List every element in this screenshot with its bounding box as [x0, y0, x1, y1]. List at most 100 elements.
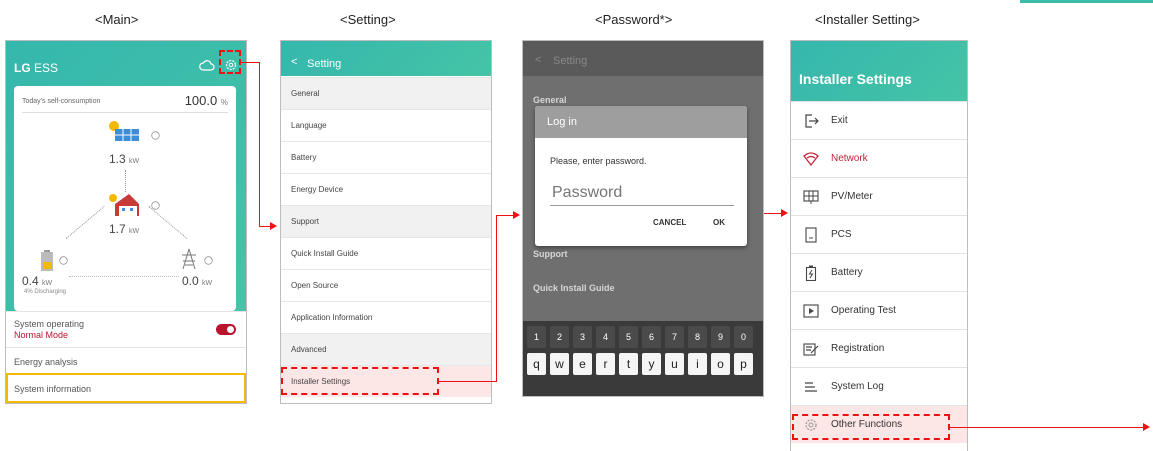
- key-8[interactable]: 8: [688, 326, 707, 348]
- grid-panel-icon: [803, 190, 819, 204]
- menu-energy-device[interactable]: Energy Device: [281, 173, 491, 205]
- login-dialog: Log in Please, enter password. CANCEL OK: [535, 106, 747, 246]
- cloud-icon[interactable]: [199, 59, 215, 71]
- system-information-row[interactable]: System information: [6, 373, 246, 403]
- system-operating-label: System operating: [14, 319, 85, 329]
- flow-line: [65, 206, 105, 239]
- menu-advanced[interactable]: Advanced: [281, 333, 491, 365]
- caption-password: <Password*>: [595, 12, 673, 27]
- menu-language[interactable]: Language: [281, 109, 491, 141]
- arrow-head: [1143, 423, 1150, 431]
- highlight-other-functions: [792, 414, 950, 440]
- menu-pv-meter[interactable]: PV/Meter: [791, 177, 967, 215]
- main-header: LG ESS Today's self-consumption 100.0 % …: [6, 41, 246, 311]
- arrow-line: [439, 381, 497, 382]
- arrow-head: [781, 209, 788, 217]
- dim-support: Support: [533, 249, 568, 259]
- ok-button[interactable]: OK: [713, 218, 725, 227]
- arrow-line: [259, 62, 260, 227]
- battery-status: 4% Discharging: [24, 289, 67, 295]
- caption-installer: <Installer Setting>: [815, 12, 920, 27]
- key-t[interactable]: t: [619, 353, 638, 375]
- key-7[interactable]: 7: [665, 326, 684, 348]
- system-information-label: System information: [14, 384, 92, 394]
- pv-power-value: 1.3 kW: [109, 152, 140, 166]
- key-2[interactable]: 2: [550, 326, 569, 348]
- key-0[interactable]: 0: [734, 326, 753, 348]
- menu-battery[interactable]: Battery: [281, 141, 491, 173]
- key-y[interactable]: y: [642, 353, 661, 375]
- key-o[interactable]: o: [711, 353, 730, 375]
- arrow-line: [764, 213, 782, 214]
- system-operating-row[interactable]: System operating Normal Mode: [6, 311, 246, 348]
- info-icon[interactable]: [204, 256, 213, 265]
- menu-registration[interactable]: Registration: [791, 329, 967, 367]
- key-9[interactable]: 9: [711, 326, 730, 348]
- pcs-icon: [805, 227, 817, 243]
- power-grid-icon: [182, 248, 196, 270]
- key-6[interactable]: 6: [642, 326, 661, 348]
- self-consumption-label: Today's self-consumption: [22, 98, 101, 105]
- operating-toggle[interactable]: [216, 324, 236, 335]
- highlight-gear: [219, 50, 241, 74]
- key-w[interactable]: w: [550, 353, 569, 375]
- setting-header: < Setting: [281, 41, 491, 76]
- key-e[interactable]: e: [573, 353, 592, 375]
- menu-quick-install-guide[interactable]: Quick Install Guide: [281, 237, 491, 269]
- brand-logo: LG ESS: [14, 61, 59, 75]
- arrow-line: [950, 427, 1143, 428]
- highlight-installer-settings: [281, 367, 439, 395]
- menu-support[interactable]: Support: [281, 205, 491, 237]
- key-p[interactable]: p: [734, 353, 753, 375]
- setting-title: Setting: [307, 58, 342, 70]
- key-i[interactable]: i: [688, 353, 707, 375]
- menu-open-source[interactable]: Open Source: [281, 269, 491, 301]
- back-icon: <: [535, 54, 542, 66]
- installer-title: Installer Settings: [799, 71, 912, 87]
- menu-system-log[interactable]: System Log: [791, 367, 967, 405]
- soft-keyboard: 1 2 3 4 5 6 7 8 9 0 q w e r t y u i o p: [523, 321, 763, 396]
- menu-battery[interactable]: Battery: [791, 253, 967, 291]
- info-icon[interactable]: [151, 131, 160, 140]
- setting-screen: < Setting General Language Battery Energ…: [280, 40, 492, 404]
- arrow-line: [496, 215, 514, 216]
- teal-strip: [1020, 0, 1153, 3]
- flow-line: [125, 170, 126, 192]
- main-screen: LG ESS Today's self-consumption 100.0 % …: [5, 40, 247, 404]
- info-icon[interactable]: [59, 256, 68, 265]
- key-5[interactable]: 5: [619, 326, 638, 348]
- dialog-prompt: Please, enter password.: [550, 156, 647, 166]
- caption-main: <Main>: [95, 12, 139, 27]
- arrow-head: [513, 211, 520, 219]
- menu-exit[interactable]: Exit: [791, 101, 967, 139]
- key-u[interactable]: u: [665, 353, 684, 375]
- arrow-line: [496, 215, 497, 382]
- solar-panel-icon: [109, 121, 139, 141]
- menu-operating-test[interactable]: Operating Test: [791, 291, 967, 329]
- key-r[interactable]: r: [596, 353, 615, 375]
- dim-quick-install: Quick Install Guide: [533, 283, 615, 293]
- cancel-button[interactable]: CANCEL: [653, 218, 686, 227]
- energy-flow-card: Today's self-consumption 100.0 % 1.3 kW …: [14, 86, 236, 311]
- wifi-icon: [803, 152, 819, 167]
- menu-application-information[interactable]: Application Information: [281, 301, 491, 333]
- menu-pcs[interactable]: PCS: [791, 215, 967, 253]
- flow-line: [148, 206, 188, 239]
- back-button[interactable]: <: [291, 56, 297, 68]
- play-icon: [803, 304, 819, 318]
- key-3[interactable]: 3: [573, 326, 592, 348]
- caption-setting: <Setting>: [340, 12, 396, 27]
- energy-analysis-row[interactable]: Energy analysis: [6, 347, 246, 374]
- password-screen: < Setting General Support Quick Install …: [522, 40, 764, 397]
- home-icon: [109, 194, 139, 216]
- battery-icon: [805, 265, 817, 281]
- menu-general[interactable]: General: [281, 77, 491, 109]
- menu-network[interactable]: Network: [791, 139, 967, 177]
- self-consumption-value: 100.0 %: [184, 93, 228, 108]
- key-1[interactable]: 1: [527, 326, 546, 348]
- operating-mode: Normal Mode: [14, 330, 69, 340]
- dim-general: General: [533, 95, 567, 105]
- key-q[interactable]: q: [527, 353, 546, 375]
- key-4[interactable]: 4: [596, 326, 615, 348]
- password-input[interactable]: [550, 181, 734, 206]
